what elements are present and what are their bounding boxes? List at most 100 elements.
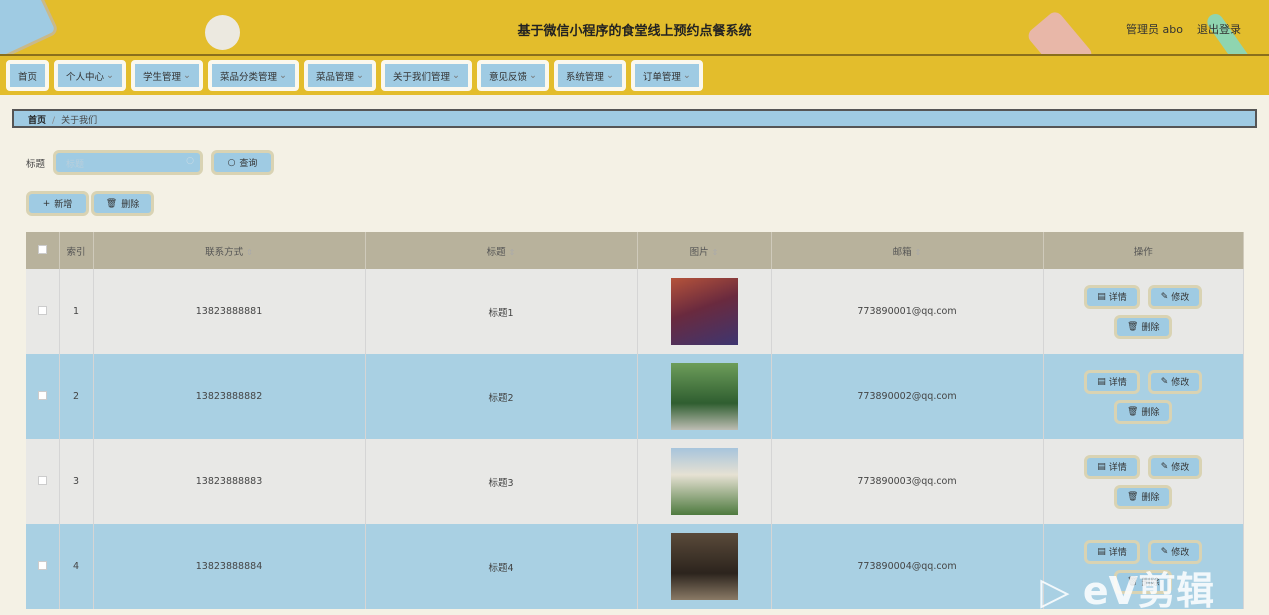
detail-button[interactable]: ▤ 详情 [1084, 369, 1140, 394]
sort-icon: ⇕ [508, 247, 516, 257]
col-title[interactable]: 标题 ⇕ [365, 232, 638, 269]
pencil-icon: ✎ [1160, 461, 1169, 472]
row-title: 标题3 [365, 439, 638, 524]
row-contact: 13823888881 [93, 269, 366, 354]
row-image[interactable] [670, 448, 738, 515]
detail-label: 详情 [1108, 548, 1127, 558]
row-ops: ▤ 详情 ✎ 修改 🗑 删除 [1043, 439, 1244, 524]
app-title: 基于微信小程序的食堂线上预约点餐系统 [517, 24, 752, 39]
nav-item[interactable]: 意见反馈 ⌄ [476, 60, 549, 91]
nav-item-label: 意见反馈 [488, 71, 527, 83]
top-nav: 首页 个人中心 ⌄ 学生管理 ⌄ 菜品分类管理 ⌄ 菜品管理 ⌄ 关于我们管理 ⌄ 意见反馈 ⌄ 系统管理… [0, 56, 1269, 95]
nav-item[interactable]: 个人中心 ⌄ [54, 60, 126, 91]
row-contact: 13823888883 [93, 439, 366, 524]
add-label: 新增 [54, 200, 73, 210]
row-select-cell [26, 354, 60, 439]
document-icon: ▤ [1097, 461, 1106, 472]
edit-button[interactable]: ✎ 修改 [1147, 284, 1203, 309]
col-email-label: 邮箱 [892, 246, 912, 258]
row-checkbox[interactable] [37, 390, 47, 400]
row-checkbox[interactable] [37, 475, 47, 485]
detail-button[interactable]: ▤ 详情 [1084, 284, 1140, 309]
nav-item-label: 首页 [18, 71, 38, 83]
document-icon: ▤ [1097, 376, 1106, 387]
edit-button[interactable]: ✎ 修改 [1147, 454, 1203, 479]
nav-item[interactable]: 订单管理 ⌄ [630, 60, 703, 91]
row-image-cell [637, 439, 772, 524]
query-label: 查询 [239, 159, 258, 169]
nav-item[interactable]: 学生管理 ⌄ [131, 60, 203, 91]
edit-label: 修改 [1171, 463, 1190, 473]
col-title-label: 标题 [486, 246, 506, 258]
sort-icon: ⇕ [914, 247, 922, 257]
col-contact[interactable]: 联系方式 ⇕ [93, 232, 366, 269]
row-ops: ▤ 详情 ✎ 修改 🗑 删除 [1043, 269, 1244, 354]
search-icon: ○ [186, 156, 194, 166]
edit-button[interactable]: ✎ 修改 [1147, 369, 1203, 394]
row-email: 773890002@qq.com [771, 354, 1044, 439]
detail-label: 详情 [1108, 293, 1127, 303]
row-ops: ▤ 详情 ✎ 修改 🗑 删除 [1043, 354, 1244, 439]
row-image-cell [637, 354, 772, 439]
detail-label: 详情 [1108, 463, 1127, 473]
row-email: 773890004@qq.com [771, 524, 1044, 609]
row-select-cell [26, 524, 60, 609]
select-all-cell [26, 232, 60, 269]
row-title: 标题4 [365, 524, 638, 609]
col-contact-label: 联系方式 [205, 246, 244, 258]
nav-item-label: 订单管理 [642, 71, 681, 83]
nav-item[interactable]: 系统管理 ⌄ [553, 60, 626, 91]
delete-label: 删除 [1141, 408, 1160, 418]
nav-item[interactable]: 菜品管理 ⌄ [303, 60, 376, 91]
delete-button[interactable]: 🗑 删除 [1114, 399, 1173, 424]
nav-item-label: 系统管理 [565, 71, 604, 83]
row-contact: 13823888884 [93, 524, 366, 609]
chevron-down-icon: ⌄ [106, 70, 114, 81]
data-table: 索引 联系方式 ⇕ 标题 ⇕ 图片 ⇕ 邮箱 ⇕ 操作 1 1382388888… [26, 232, 1244, 609]
delete-label: 删除 [1141, 323, 1160, 333]
chevron-down-icon: ⌄ [279, 70, 287, 81]
col-image[interactable]: 图片 ⇕ [637, 232, 772, 269]
search-placeholder: 标题 [66, 160, 85, 170]
batch-delete-button[interactable]: 🗑 删除 [91, 191, 154, 216]
nav-item-label: 菜品管理 [315, 71, 354, 83]
breadcrumb-home[interactable]: 首页 [28, 116, 46, 126]
header: 基于微信小程序的食堂线上预约点餐系统 管理员 abo 退出登录 [0, 0, 1269, 56]
pencil-icon: ✎ [1160, 376, 1169, 387]
logout-link[interactable]: 退出登录 [1197, 21, 1241, 37]
chevron-down-icon: ⌄ [451, 70, 460, 81]
nav-item[interactable]: 关于我们管理 ⌄ [380, 60, 472, 91]
nav-item[interactable]: 首页 [6, 60, 50, 91]
trash-icon: 🗑 [105, 198, 118, 209]
pencil-icon: ✎ [1160, 546, 1169, 557]
search-icon: ○ [227, 157, 236, 168]
detail-button[interactable]: ▤ 详情 [1084, 454, 1140, 479]
row-checkbox[interactable] [37, 560, 47, 570]
trash-icon: 🗑 [1127, 406, 1139, 417]
row-image[interactable] [670, 533, 738, 600]
edit-label: 修改 [1171, 293, 1190, 303]
nav-item-label: 学生管理 [143, 71, 182, 83]
search-input[interactable]: 标题 ○ [53, 150, 203, 175]
row-image[interactable] [670, 363, 738, 430]
row-checkbox[interactable] [37, 305, 47, 315]
document-icon: ▤ [1097, 291, 1106, 302]
plus-icon: + [42, 198, 51, 209]
query-button[interactable]: ○ 查询 [211, 150, 274, 175]
edit-label: 修改 [1171, 548, 1190, 558]
add-button[interactable]: + 新增 [26, 191, 89, 216]
sort-icon: ⇕ [246, 247, 253, 257]
nav-item[interactable]: 菜品分类管理 ⌄ [207, 60, 299, 91]
breadcrumb-current: 关于我们 [61, 116, 98, 126]
row-email: 773890001@qq.com [771, 269, 1044, 354]
delete-button[interactable]: 🗑 删除 [1114, 484, 1173, 509]
detail-label: 详情 [1108, 378, 1127, 388]
row-image[interactable] [670, 278, 738, 345]
row-index: 1 [59, 269, 94, 354]
col-email[interactable]: 邮箱 ⇕ [771, 232, 1044, 269]
col-image-label: 图片 [689, 246, 709, 258]
breadcrumb: 首页 / 关于我们 [12, 109, 1257, 128]
chevron-down-icon: ⌄ [605, 70, 614, 81]
select-all-checkbox[interactable] [37, 244, 47, 254]
delete-button[interactable]: 🗑 删除 [1114, 314, 1173, 339]
